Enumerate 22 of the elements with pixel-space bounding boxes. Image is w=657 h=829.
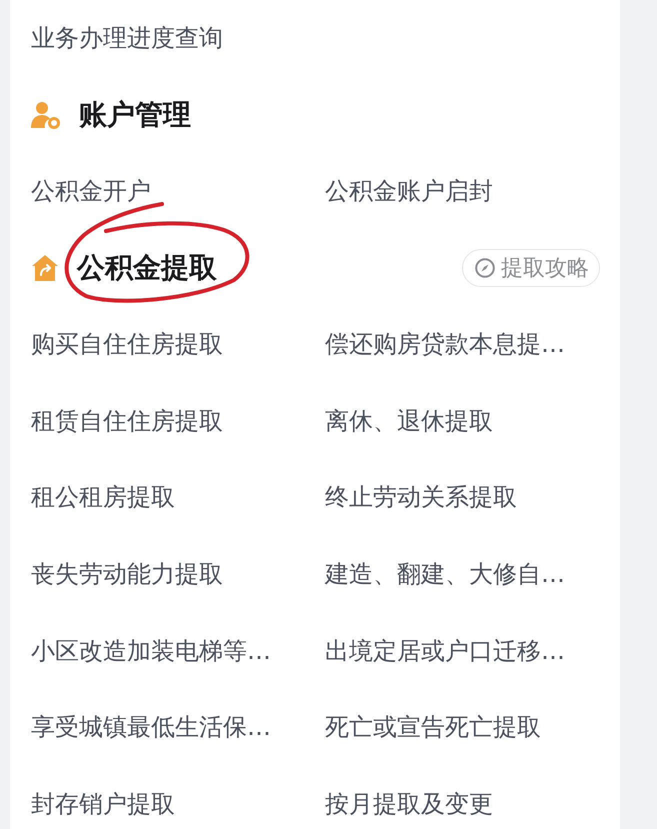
house-icon [31, 254, 59, 282]
section-title: 账户管理 [79, 98, 191, 132]
service-link[interactable]: 偿还购房贷款本息提… [325, 330, 565, 358]
person-icon [31, 100, 61, 129]
compass-icon [475, 258, 495, 278]
service-link[interactable]: 出境定居或户口迁移… [325, 636, 565, 665]
service-link[interactable]: 丧失劳动能力提取 [31, 560, 223, 588]
service-link[interactable]: 租公租房提取 [31, 483, 175, 512]
service-link[interactable]: 按月提取及变更 [325, 790, 493, 818]
service-link[interactable]: 享受城镇最低生活保… [31, 713, 271, 742]
service-link[interactable]: 公积金账户启封 [325, 177, 493, 206]
service-link[interactable]: 封存销户提取 [31, 790, 175, 818]
progress-query-link[interactable]: 业务办理进度查询 [31, 24, 223, 53]
service-link[interactable]: 购买自住住房提取 [31, 330, 223, 358]
service-link[interactable]: 小区改造加装电梯等… [31, 636, 271, 665]
service-link[interactable]: 建造、翻建、大修自… [325, 560, 565, 588]
service-link[interactable]: 死亡或宣告死亡提取 [325, 713, 541, 742]
service-link[interactable]: 租赁自住住房提取 [31, 406, 223, 435]
service-link[interactable]: 公积金开户 [31, 177, 151, 206]
service-link[interactable]: 离休、退休提取 [325, 406, 493, 435]
service-link[interactable]: 终止劳动关系提取 [325, 483, 517, 512]
section-title: 公积金提取 [77, 251, 217, 285]
